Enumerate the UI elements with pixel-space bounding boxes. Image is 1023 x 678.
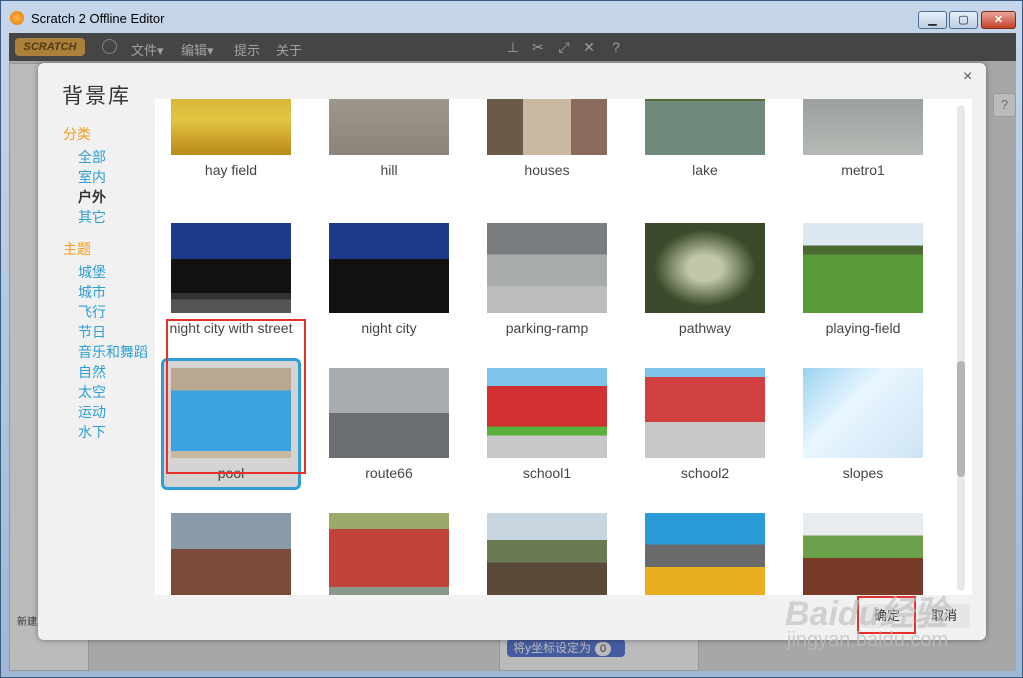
scroll-thumb[interactable]	[957, 361, 965, 477]
theme-space[interactable]: 太空	[78, 382, 106, 402]
backdrop-thumbnail[interactable]	[803, 99, 923, 155]
backdrop-item[interactable]: hill	[319, 99, 459, 195]
title-bar: Scratch 2 Offline Editor ▁ ▢ ✕	[1, 1, 1022, 33]
backdrop-label: metro1	[841, 162, 885, 178]
backdrop-label: school2	[680, 465, 730, 481]
backdrop-label: night city	[361, 320, 417, 336]
dialog-title: 背景库	[62, 85, 131, 108]
backdrop-item[interactable]: train-tracks1	[477, 513, 617, 595]
close-dialog-icon[interactable]: ×	[963, 68, 972, 86]
theme-heading: 主题	[63, 241, 91, 257]
baidu-watermark: Baidu经验	[785, 595, 948, 633]
backdrop-item[interactable]: night city	[319, 223, 459, 353]
backdrop-item[interactable]: school2	[635, 368, 775, 498]
category-outdoors[interactable]: 户外	[78, 187, 106, 207]
backdrop-item[interactable]: lake	[635, 99, 775, 195]
scrollbar[interactable]	[957, 105, 965, 591]
backdrop-thumbnail[interactable]	[645, 223, 765, 313]
backdrop-thumbnail[interactable]	[803, 223, 923, 313]
backdrop-thumbnail[interactable]	[329, 513, 449, 595]
close-window-button[interactable]: ✕	[981, 11, 1016, 29]
backdrop-thumbnail[interactable]	[487, 223, 607, 313]
backdrop-thumbnail[interactable]	[171, 223, 291, 313]
backdrop-item[interactable]: the moving outside	[161, 513, 301, 595]
watermark-url: jingyan.baidu.com	[787, 629, 949, 651]
backdrop-label: hay field	[204, 162, 258, 178]
category-other[interactable]: 其它	[78, 207, 106, 227]
backdrop-item[interactable]: slopes	[793, 368, 933, 498]
backdrop-thumbnail[interactable]	[645, 99, 765, 155]
theme-holiday[interactable]: 节日	[78, 322, 106, 342]
backdrop-thumbnail[interactable]	[171, 99, 291, 155]
theme-flying[interactable]: 飞行	[78, 302, 106, 322]
category-indoors[interactable]: 室内	[78, 167, 106, 187]
highlight-pool	[166, 319, 306, 474]
category-all[interactable]: 全部	[78, 147, 106, 167]
backdrop-thumbnail[interactable]	[487, 368, 607, 458]
backdrop-item[interactable]: playing-field	[793, 223, 933, 353]
scratch-cat-icon	[10, 11, 24, 25]
backdrop-label: playing-field	[825, 320, 901, 336]
backdrop-item[interactable]: school1	[477, 368, 617, 498]
theme-nature[interactable]: 自然	[78, 362, 106, 382]
backdrop-label: hill	[380, 162, 398, 178]
theme-underwater[interactable]: 水下	[78, 422, 106, 442]
minimize-button[interactable]: ▁	[918, 11, 947, 29]
backdrop-label: school1	[522, 465, 572, 481]
app-window: Scratch 2 Offline Editor ▁ ▢ ✕ SCRATCH 文…	[0, 0, 1023, 678]
theme-music-dance[interactable]: 音乐和舞蹈	[78, 342, 148, 362]
backdrop-thumbnail[interactable]	[645, 513, 765, 595]
backdrop-item[interactable]: route66	[319, 368, 459, 498]
category-heading: 分类	[63, 126, 91, 142]
backdrop-item[interactable]: tree	[793, 513, 933, 595]
backdrop-thumbnail[interactable]	[171, 513, 291, 595]
backdrop-thumbnail[interactable]	[329, 368, 449, 458]
backdrop-label: slopes	[842, 465, 884, 481]
theme-sports[interactable]: 运动	[78, 402, 106, 422]
theme-castle[interactable]: 城堡	[78, 262, 106, 282]
backdrop-thumbnail[interactable]	[645, 368, 765, 458]
backdrop-label: route66	[365, 465, 413, 481]
window-title: Scratch 2 Offline Editor	[31, 11, 165, 26]
backdrop-thumbnail[interactable]	[329, 99, 449, 155]
maximize-button[interactable]: ▢	[949, 11, 978, 29]
theme-city[interactable]: 城市	[78, 282, 106, 302]
backdrop-item[interactable]: track	[319, 513, 459, 595]
backdrop-thumbnail[interactable]	[803, 513, 923, 595]
backdrop-label: lake	[692, 162, 718, 178]
backdrop-item[interactable]: pathway	[635, 223, 775, 353]
backdrop-thumbnail[interactable]	[487, 513, 607, 595]
backdrop-label: parking-ramp	[505, 320, 589, 336]
backdrop-label: pathway	[678, 320, 732, 336]
backdrop-thumbnail[interactable]	[329, 223, 449, 313]
backdrop-item[interactable]: houses	[477, 99, 617, 195]
backdrop-label: houses	[524, 162, 570, 178]
backdrop-item[interactable]: metro1	[793, 99, 933, 195]
backdrop-item[interactable]: hay field	[161, 99, 301, 195]
backdrop-thumbnail[interactable]	[487, 99, 607, 155]
backdrop-thumbnail[interactable]	[803, 368, 923, 458]
backdrop-item[interactable]: parking-ramp	[477, 223, 617, 353]
backdrop-item[interactable]: train-tracks2	[635, 513, 775, 595]
